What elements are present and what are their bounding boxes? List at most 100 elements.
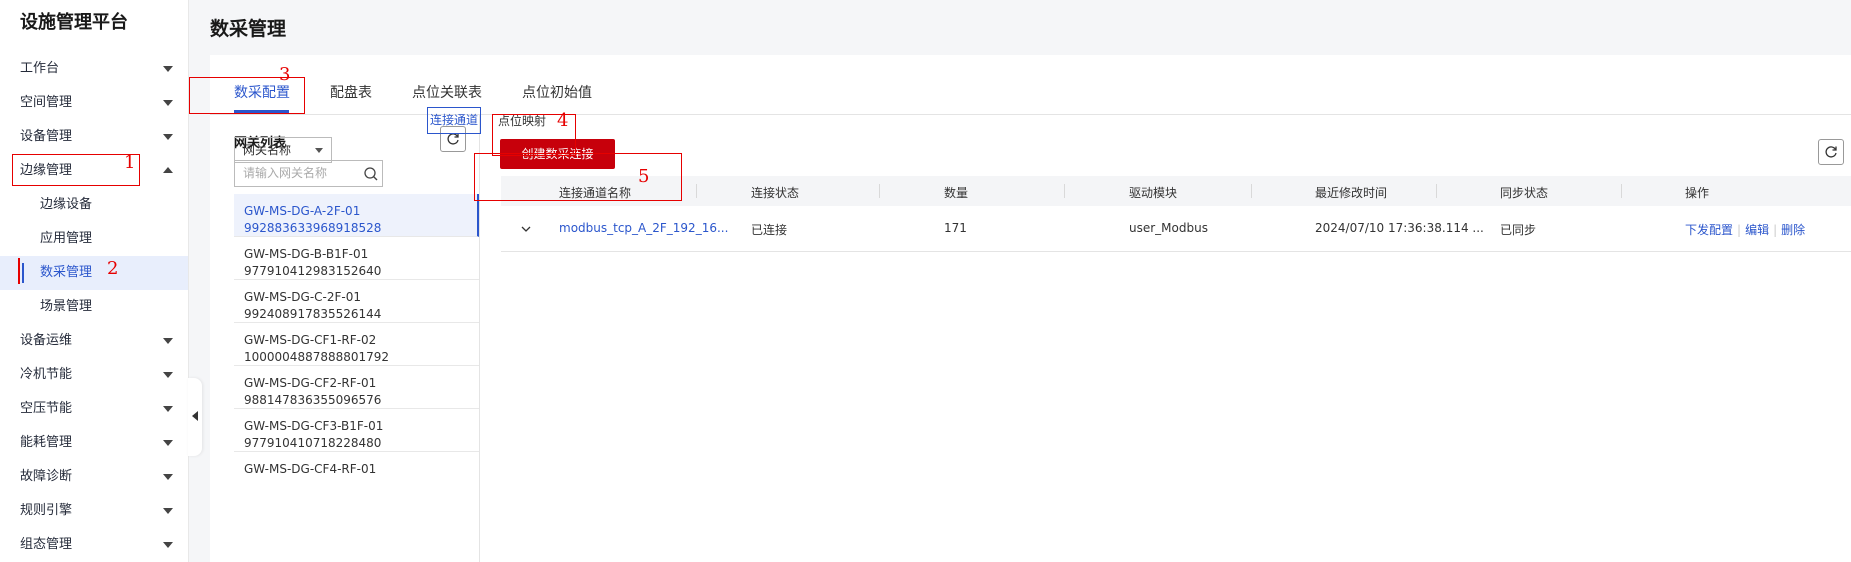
main-card: 数采配置 配盘表 点位关联表 点位初始值 网关列表 网关名称 请输入网关名称 G… <box>210 55 1851 562</box>
chevron-down-icon <box>163 542 173 548</box>
sidebar-item-air-saving[interactable]: 空压节能 <box>0 392 188 426</box>
sidebar-item-edge-device[interactable]: 边缘设备 <box>0 188 188 222</box>
gateway-name: GW-MS-DG-CF4-RF-01 <box>244 462 377 476</box>
sidebar-item-space[interactable]: 空间管理 <box>0 86 188 120</box>
annotation-box-1 <box>12 154 140 186</box>
gateway-list-item[interactable]: GW-MS-DG-C-2F-01 992408917835526144 <box>234 280 479 323</box>
gateway-list-item[interactable]: GW-MS-DG-A-2F-01 992883633968918528 <box>234 194 479 237</box>
gateway-search-input[interactable]: 请输入网关名称 <box>234 160 383 187</box>
chevron-down-icon <box>163 440 173 446</box>
gateway-list-item[interactable]: GW-MS-DG-CF1-RF-02 1000004887888801792 <box>234 323 479 366</box>
search-icon <box>364 167 378 181</box>
column-divider <box>1064 184 1065 198</box>
gateway-list-item[interactable]: GW-MS-DG-CF2-RF-01 988147836355096576 <box>234 366 479 409</box>
sidebar-item-label: 空压节能 <box>20 401 73 416</box>
column-header: 操作 <box>1685 186 1710 200</box>
chevron-down-icon <box>163 134 173 140</box>
tab-point-initial-value[interactable]: 点位初始值 <box>522 82 592 102</box>
sync-status: 已同步 <box>1500 223 1537 237</box>
sidebar-collapse-handle[interactable] <box>188 378 202 456</box>
annotation-number-3: 3 <box>279 64 291 85</box>
sidebar-item-workbench[interactable]: 工作台 <box>0 52 188 86</box>
point-count: 171 <box>944 221 967 235</box>
connection-status: 已连接 <box>751 223 788 237</box>
annotation-mark-2 <box>18 258 20 284</box>
refresh-icon <box>447 133 459 145</box>
tab-panel-table[interactable]: 配盘表 <box>330 82 372 102</box>
gateway-filter-value: 网关名称 <box>243 143 292 157</box>
sidebar-item-energy[interactable]: 能耗管理 <box>0 426 188 460</box>
app-title: 设施管理平台 <box>20 12 128 33</box>
chevron-left-icon <box>192 411 198 421</box>
sidebar-item-chiller-saving[interactable]: 冷机节能 <box>0 358 188 392</box>
driver-module: user_Modbus <box>1129 221 1208 235</box>
sidebar-item-label: 组态管理 <box>20 537 73 552</box>
chevron-down-icon <box>163 100 173 106</box>
refresh-icon <box>1825 146 1837 158</box>
delete-link[interactable]: 删除 <box>1781 223 1805 237</box>
gateway-list-item[interactable]: GW-MS-DG-CF3-B1F-01 977910410718228480 <box>234 409 479 452</box>
sidebar-item-fault[interactable]: 故障诊断 <box>0 460 188 494</box>
gateway-name: GW-MS-DG-A-2F-01 <box>244 204 361 218</box>
page-title: 数采管理 <box>210 18 287 40</box>
column-divider <box>696 184 697 198</box>
sidebar-item-label: 冷机节能 <box>20 367 73 382</box>
tab-bar: 数采配置 配盘表 点位关联表 点位初始值 <box>210 55 1851 115</box>
chevron-up-icon <box>163 167 173 173</box>
gateway-name: GW-MS-DG-CF3-B1F-01 <box>244 419 384 433</box>
gateway-name: GW-MS-DG-CF2-RF-01 <box>244 376 377 390</box>
action-divider: | <box>1737 223 1742 237</box>
sidebar-item-label: 规则引擎 <box>20 503 73 518</box>
chevron-down-icon <box>163 338 173 344</box>
column-divider <box>879 184 880 198</box>
gateway-list-item[interactable]: GW-MS-DG-CF4-RF-01 <box>234 452 479 495</box>
last-modified-time: 2024/07/10 17:36:38.114 ... <box>1315 221 1484 235</box>
table-header: 连接通道名称 连接状态 数量 驱动模块 最近修改时间 同步状态 操作 <box>501 176 1851 206</box>
sidebar-item-app-management[interactable]: 应用管理 <box>0 222 188 256</box>
annotation-number-4: 4 <box>557 110 569 131</box>
gateway-id: 992408917835526144 <box>244 307 382 321</box>
sidebar-item-maintenance[interactable]: 设备运维 <box>0 324 188 358</box>
sidebar-item-configuration[interactable]: 组态管理 <box>0 528 188 562</box>
column-header: 数量 <box>944 186 969 200</box>
expand-row-icon[interactable] <box>520 223 532 235</box>
column-divider <box>1621 184 1622 198</box>
refresh-table-button[interactable] <box>1818 139 1844 165</box>
column-header: 驱动模块 <box>1129 186 1178 200</box>
annotation-number-5: 5 <box>638 166 650 187</box>
gateway-name: GW-MS-DG-B-B1F-01 <box>244 247 369 261</box>
sidebar-item-device[interactable]: 设备管理 <box>0 120 188 154</box>
chevron-down-icon <box>163 406 173 412</box>
gateway-name: GW-MS-DG-CF1-RF-02 <box>244 333 377 347</box>
column-divider <box>1251 184 1252 198</box>
column-divider <box>1436 184 1437 198</box>
gateway-id: 1000004887888801792 <box>244 350 390 364</box>
sidebar-item-label: 空间管理 <box>20 95 73 110</box>
gateway-list-item[interactable]: GW-MS-DG-B-B1F-01 977910412983152640 <box>234 237 479 280</box>
sidebar-item-scene[interactable]: 场景管理 <box>0 290 188 324</box>
sidebar: 设施管理平台 工作台 空间管理 设备管理 边缘管理 边缘设备 应用管理 数采管理… <box>0 0 189 562</box>
sidebar-item-label: 场景管理 <box>40 299 93 314</box>
connection-name-link[interactable]: modbus_tcp_A_2F_192_16... <box>559 221 728 235</box>
sidebar-item-label: 故障诊断 <box>20 469 73 484</box>
column-header: 最近修改时间 <box>1315 186 1388 200</box>
gateway-id: 992883633968918528 <box>244 221 382 235</box>
chevron-down-icon <box>163 372 173 378</box>
deploy-config-link[interactable]: 下发配置 <box>1685 223 1733 237</box>
edit-link[interactable]: 编辑 <box>1745 223 1769 237</box>
sidebar-item-rule-engine[interactable]: 规则引擎 <box>0 494 188 528</box>
subtab-connection-channel[interactable]: 连接通道 <box>427 107 481 134</box>
gateway-id: 988147836355096576 <box>244 393 382 407</box>
chevron-down-icon <box>163 508 173 514</box>
column-header: 同步状态 <box>1500 186 1549 200</box>
gateway-search-placeholder: 请输入网关名称 <box>243 166 328 180</box>
sidebar-item-label: 设备运维 <box>20 333 73 348</box>
gateway-id: 977910412983152640 <box>244 264 382 278</box>
gateway-id: 977910410718228480 <box>244 436 382 450</box>
caret-down-icon <box>315 148 323 153</box>
sidebar-item-label: 设备管理 <box>20 129 73 144</box>
row-actions: 下发配置 | 编辑 | 删除 <box>1685 221 1805 238</box>
annotation-number-1: 1 <box>124 152 136 173</box>
tab-point-association[interactable]: 点位关联表 <box>412 82 482 102</box>
sidebar-item-data-collection[interactable]: 数采管理 <box>0 256 188 290</box>
